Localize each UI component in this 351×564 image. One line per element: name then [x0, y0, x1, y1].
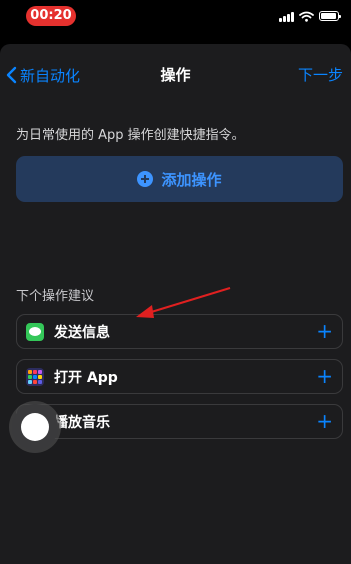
- wifi-icon: [299, 11, 314, 22]
- description-text: 为日常使用的 App 操作创建快捷指令。: [16, 128, 245, 143]
- suggestion-label: 播放音乐: [54, 414, 110, 431]
- suggestions-list: 发送信息 + 打开 App + 播放音乐 +: [16, 314, 343, 449]
- navigation-bar: 新自动化 操作 下一步: [0, 44, 351, 106]
- suggestion-play-music[interactable]: 播放音乐 +: [16, 404, 343, 439]
- add-plus-icon[interactable]: +: [316, 321, 333, 341]
- assistive-touch-button[interactable]: [12, 404, 58, 450]
- status-bar: 00:20: [0, 0, 351, 38]
- suggestions-heading: 下个操作建议: [16, 289, 95, 304]
- add-action-button[interactable]: 添加操作: [16, 156, 343, 202]
- add-plus-icon[interactable]: +: [316, 366, 333, 386]
- plus-circle-icon: [137, 171, 154, 187]
- status-time: 00:20: [26, 6, 76, 26]
- add-action-label: 添加操作: [161, 170, 222, 189]
- cellular-signal-icon: [279, 11, 294, 22]
- suggestion-label: 发送信息: [54, 324, 110, 341]
- suggestion-open-app[interactable]: 打开 App +: [16, 359, 343, 394]
- back-button-label: 新自动化: [20, 66, 81, 85]
- suggestion-send-message[interactable]: 发送信息 +: [16, 314, 343, 349]
- suggestion-label: 打开 App: [54, 369, 118, 386]
- app-grid-icon: [26, 367, 44, 386]
- status-icons: [279, 9, 341, 23]
- chevron-left-icon: [6, 66, 17, 84]
- messages-app-icon: [26, 322, 44, 341]
- back-button[interactable]: 新自动化: [6, 64, 80, 86]
- battery-icon: [319, 11, 341, 21]
- add-plus-icon[interactable]: +: [316, 411, 333, 431]
- next-button[interactable]: 下一步: [298, 64, 343, 85]
- actions-sheet: 新自动化 操作 下一步 为日常使用的 App 操作创建快捷指令。 添加操作 下个…: [0, 44, 351, 564]
